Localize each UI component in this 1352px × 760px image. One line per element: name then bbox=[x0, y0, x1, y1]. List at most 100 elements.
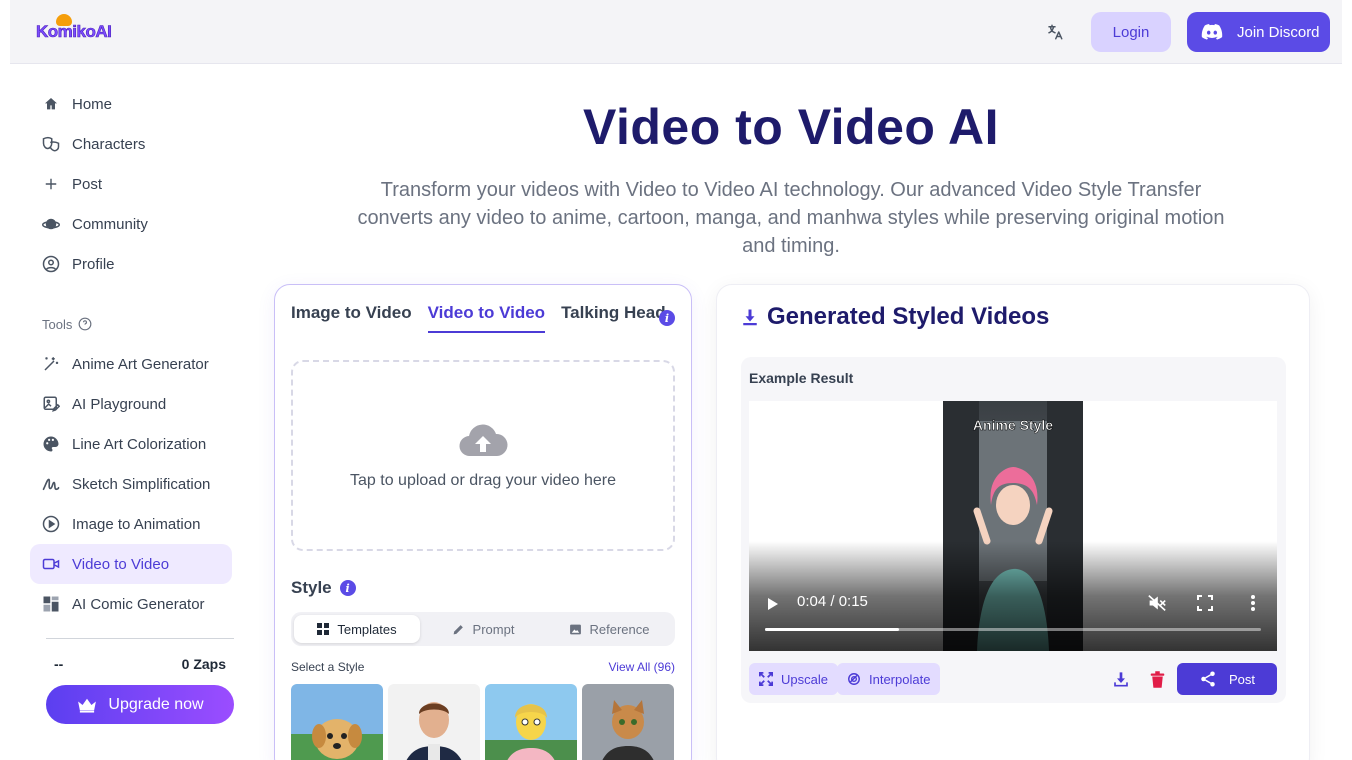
style-thumbnail[interactable] bbox=[582, 684, 674, 760]
tools-section-label: Tools bbox=[30, 304, 232, 344]
style-thumbnail[interactable] bbox=[485, 684, 577, 760]
translate-icon[interactable] bbox=[1044, 22, 1066, 42]
sidebar-item-image-to-animation[interactable]: Image to Animation bbox=[30, 504, 232, 544]
join-discord-label: Join Discord bbox=[1237, 23, 1320, 41]
interpolate-label: Interpolate bbox=[869, 671, 931, 687]
image-icon bbox=[569, 624, 581, 634]
sidebar-item-label: Post bbox=[72, 175, 103, 193]
home-icon bbox=[42, 95, 60, 113]
upscale-button[interactable]: Upscale bbox=[749, 663, 838, 695]
page-title: Video to Video AI bbox=[583, 99, 999, 155]
sidebar-item-profile[interactable]: Profile bbox=[30, 244, 232, 284]
tab-image-to-video[interactable]: Image to Video bbox=[291, 303, 412, 333]
segment-label: Reference bbox=[589, 621, 650, 637]
results-title: Generated Styled Videos bbox=[741, 303, 1049, 331]
more-options-icon[interactable] bbox=[1250, 594, 1256, 612]
segment-templates[interactable]: Templates bbox=[294, 615, 420, 643]
upgrade-label: Upgrade now bbox=[108, 695, 204, 713]
palette-icon bbox=[42, 435, 60, 453]
komiko-logo[interactable]: KomikoAI bbox=[36, 14, 112, 48]
style-label: Style bbox=[291, 578, 332, 597]
planet-icon bbox=[42, 215, 60, 233]
delete-button[interactable] bbox=[1147, 669, 1167, 689]
play-circle-icon bbox=[42, 515, 60, 533]
sidebar-item-line-art-colorization[interactable]: Line Art Colorization bbox=[30, 424, 232, 464]
crown-icon bbox=[78, 698, 97, 713]
interpolate-icon bbox=[848, 673, 860, 685]
tab-talking-head[interactable]: Talking Head bbox=[561, 303, 666, 333]
pencil-icon bbox=[453, 624, 463, 634]
post-button[interactable]: Post bbox=[1177, 663, 1277, 695]
sidebar-item-label: Image to Animation bbox=[72, 515, 201, 533]
download-result-button[interactable] bbox=[1111, 669, 1131, 689]
style-info-icon[interactable]: i bbox=[339, 580, 356, 596]
trash-icon bbox=[1150, 670, 1164, 688]
info-icon[interactable]: i bbox=[659, 310, 675, 326]
tools-label: Tools bbox=[42, 316, 73, 332]
play-icon[interactable] bbox=[767, 597, 779, 611]
grid-icon bbox=[317, 623, 330, 635]
sidebar-item-label: AI Comic Generator bbox=[72, 595, 205, 613]
sidebar-item-post[interactable]: Post bbox=[30, 164, 232, 204]
sidebar-item-home[interactable]: Home bbox=[30, 84, 232, 124]
user-circle-icon bbox=[42, 255, 60, 273]
select-style-label: Select a Style bbox=[291, 660, 365, 674]
select-style-row: Select a Style View All (96) bbox=[291, 660, 675, 674]
segment-label: Prompt bbox=[472, 621, 515, 637]
example-result-card: Example Result Anime Style 0:04 / 0:15 U… bbox=[741, 357, 1286, 703]
video-caption: Anime Style bbox=[972, 417, 1054, 434]
sidebar-item-label: Profile bbox=[72, 255, 115, 273]
login-button[interactable]: Login bbox=[1091, 12, 1171, 52]
magic-wand-icon bbox=[42, 355, 60, 373]
video-player[interactable]: Anime Style 0:04 / 0:15 bbox=[749, 401, 1277, 651]
view-all-link[interactable]: View All (96) bbox=[609, 660, 675, 674]
post-label: Post bbox=[1228, 671, 1255, 687]
sidebar-item-video-to-video[interactable]: Video to Video bbox=[30, 544, 232, 584]
logo-text: KomikoAI bbox=[36, 22, 112, 42]
fullscreen-icon[interactable] bbox=[1197, 595, 1213, 611]
page-subtitle: Transform your videos with Video to Vide… bbox=[357, 179, 1225, 257]
sidebar-item-label: Home bbox=[72, 95, 113, 113]
discord-icon bbox=[1201, 24, 1223, 40]
interpolate-button[interactable]: Interpolate bbox=[837, 663, 941, 695]
sidebar-item-label: Community bbox=[72, 215, 148, 233]
sidebar-item-ai-comic-generator[interactable]: AI Comic Generator bbox=[30, 584, 232, 624]
segment-label: Templates bbox=[337, 621, 397, 637]
sidebar-item-characters[interactable]: Characters bbox=[30, 124, 232, 164]
upgrade-now-button[interactable]: Upgrade now bbox=[46, 685, 234, 724]
sidebar-item-label: Sketch Simplification bbox=[72, 475, 211, 493]
sidebar-item-label: Line Art Colorization bbox=[72, 435, 207, 453]
sketch-icon bbox=[42, 475, 60, 493]
top-bar: KomikoAI Login Join Discord bbox=[10, 0, 1342, 64]
join-discord-button[interactable]: Join Discord bbox=[1187, 12, 1330, 52]
upload-instruction: Tap to upload or drag your video here bbox=[350, 471, 616, 489]
segment-prompt[interactable]: Prompt bbox=[420, 615, 546, 643]
style-thumbnail[interactable] bbox=[291, 684, 383, 760]
results-panel: Generated Styled Videos Example Result A… bbox=[716, 284, 1310, 760]
upscale-label: Upscale bbox=[781, 671, 828, 687]
cloud-upload-icon bbox=[459, 424, 508, 456]
expand-icon bbox=[759, 672, 773, 686]
help-icon[interactable] bbox=[78, 317, 92, 331]
example-result-label: Example Result bbox=[749, 370, 854, 386]
sidebar-item-ai-playground[interactable]: AI Playground bbox=[30, 384, 232, 424]
download-icon bbox=[743, 309, 757, 326]
segment-reference[interactable]: Reference bbox=[546, 615, 672, 643]
generator-panel: Image to Video Video to Video Talking He… bbox=[274, 284, 692, 760]
sidebar-item-anime-art-generator[interactable]: Anime Art Generator bbox=[30, 344, 232, 384]
video-time: 0:04 / 0:15 bbox=[797, 593, 868, 610]
mode-tabs: Image to Video Video to Video Talking He… bbox=[291, 303, 666, 333]
video-progress-bar[interactable] bbox=[765, 628, 1261, 631]
style-thumbnail[interactable] bbox=[388, 684, 480, 760]
mute-icon[interactable] bbox=[1147, 594, 1167, 612]
plus-icon bbox=[42, 175, 60, 193]
sidebar-item-community[interactable]: Community bbox=[30, 204, 232, 244]
image-edit-icon bbox=[42, 395, 60, 413]
tab-video-to-video[interactable]: Video to Video bbox=[427, 303, 546, 333]
sidebar-item-label: Video to Video bbox=[72, 555, 170, 573]
video-upload-dropzone[interactable]: Tap to upload or drag your video here bbox=[291, 360, 675, 551]
results-title-text: Generated Styled Videos bbox=[767, 303, 1050, 330]
zaps-count: 0 Zaps bbox=[181, 656, 226, 672]
zaps-left-value: -- bbox=[54, 656, 64, 672]
sidebar-item-sketch-simplification[interactable]: Sketch Simplification bbox=[30, 464, 232, 504]
